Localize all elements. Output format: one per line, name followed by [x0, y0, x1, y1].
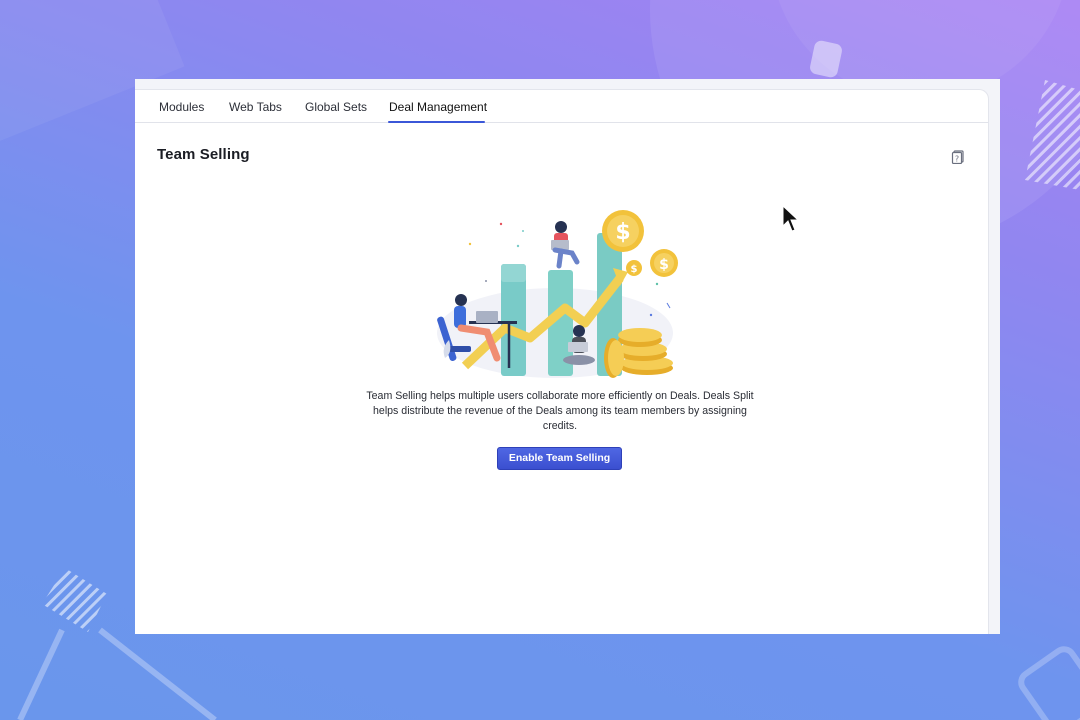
page-title: Team Selling — [157, 146, 250, 163]
arrow-cursor-icon — [782, 205, 800, 232]
svg-text:$: $ — [615, 220, 630, 245]
team-selling-illustration: $ $ $ — [437, 210, 678, 378]
svg-text:$: $ — [659, 257, 669, 273]
tab-global-sets[interactable]: Global Sets — [305, 100, 367, 114]
settings-window: Modules Web Tabs Global Sets Deal Manage… — [135, 79, 1000, 634]
tab-modules[interactable]: Modules — [159, 100, 204, 114]
enable-team-selling-button[interactable]: Enable Team Selling — [497, 447, 622, 470]
content-panel: Modules Web Tabs Global Sets Deal Manage… — [135, 89, 989, 634]
background-square — [808, 39, 844, 79]
tab-deal-management[interactable]: Deal Management — [389, 100, 487, 114]
active-tab-indicator — [388, 121, 485, 123]
background-shape — [1018, 646, 1080, 720]
description-text: Team Selling helps multiple users collab… — [366, 390, 754, 432]
tab-web-tabs[interactable]: Web Tabs — [229, 100, 282, 114]
tab-bar: Modules Web Tabs Global Sets Deal Manage… — [135, 90, 988, 123]
help-book-icon[interactable]: ? — [951, 150, 965, 164]
svg-text:$: $ — [631, 264, 638, 275]
background-hatch — [1025, 80, 1080, 190]
svg-text:?: ? — [955, 155, 959, 164]
